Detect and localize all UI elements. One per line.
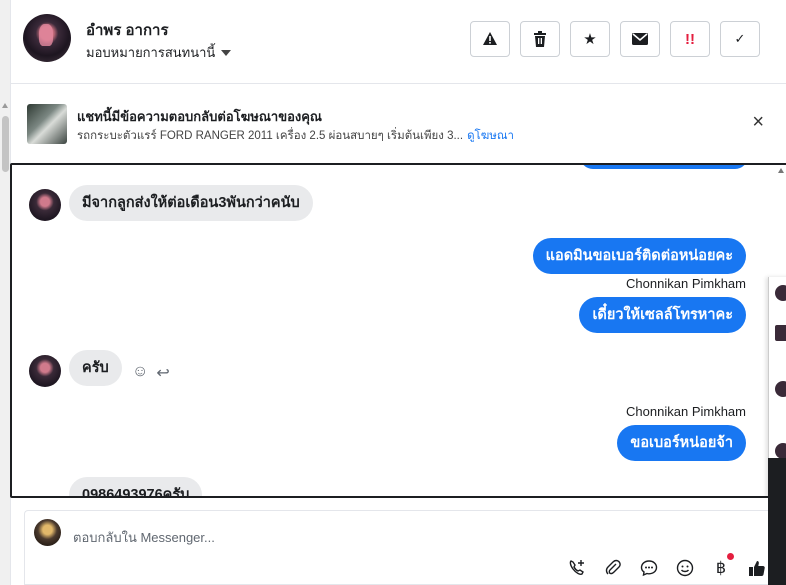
reply-input[interactable]: ตอบกลับใน Messenger... [73,527,215,548]
message-bubble-partial [580,165,748,169]
mail-icon [632,33,648,45]
chat-bubble-icon[interactable] [638,557,660,579]
emoji-icon[interactable] [674,557,696,579]
avatar[interactable] [29,355,61,387]
composer-toolbar: ฿ [566,553,768,579]
assign-label: มอบหมายการสนทนานี้ [86,45,216,60]
phone-plus-icon[interactable] [566,557,588,579]
conversation-header: อำพร อาการ มอบหมายการสนทนานี้ ★ !! ✓ [11,0,786,84]
warning-button[interactable] [470,21,510,57]
thumbs-up-icon[interactable] [746,557,768,579]
avatar [34,519,61,546]
priority-button[interactable]: !! [670,21,710,57]
message-bubble-outgoing[interactable]: เดี๋ยวให้เซลล์โทรหาคะ [579,297,746,333]
scroll-up-arrow-icon[interactable] [2,103,8,108]
star-button[interactable]: ★ [570,21,610,57]
ad-description: รถกระบะตัวแรร์ FORD RANGER 2011 เครื่อง … [77,130,464,142]
sender-name: Chonnikan Pimkham [626,276,746,291]
star-icon: ★ [583,31,597,48]
delete-button[interactable] [520,21,560,57]
contact-name[interactable]: อำพร อาการ [86,18,169,42]
scrollbar-thumb[interactable] [2,116,9,172]
message-bubble-outgoing[interactable]: แอดมินขอเบอร์ติดต่อหน่อยคะ [532,238,746,274]
ad-notice-title: แชทนี้มีข้อความตอบกลับต่อโฆษณาของคุณ [77,109,322,124]
priority-icon: !! [685,30,695,48]
side-panel-strip [768,458,786,585]
avatar[interactable] [29,189,61,221]
assign-conversation-dropdown[interactable]: มอบหมายการสนทนานี้ [86,42,232,63]
ad-notice-subtitle: รถกระบะตัวแรร์ FORD RANGER 2011 เครื่อง … [77,127,514,145]
attach-icon[interactable] [602,557,624,579]
avatar [775,443,786,459]
reply-composer: ตอบกลับใน Messenger... ฿ [24,510,784,585]
avatar [775,285,786,301]
view-ad-link[interactable]: ดูโฆษณา [467,130,514,142]
mail-button[interactable] [620,21,660,57]
caret-down-icon [221,49,232,56]
sender-name: Chonnikan Pimkham [626,404,746,419]
baht-icon[interactable]: ฿ [710,553,734,579]
emoji-react-icon[interactable]: ☺ [132,363,148,383]
avatar[interactable] [23,14,71,62]
message-thread[interactable]: มีจากลูกส่งให้ต่อเดือน3พันกว่าคนับ แอดมิ… [10,163,786,498]
messenger-inbox: อำพร อาการ มอบหมายการสนทนานี้ ★ !! ✓ แชท… [0,0,786,585]
ad-reply-notice: แชทนี้มีข้อความตอบกลับต่อโฆษณาของคุณ รถก… [11,94,786,154]
close-icon[interactable]: × [752,112,764,132]
trash-icon [534,31,546,47]
message-actions: ☺ ↩ [132,363,170,383]
message-bubble-incoming[interactable]: ครับ [69,350,122,386]
warning-icon [483,32,497,45]
done-button[interactable]: ✓ [720,21,760,57]
header-actions: ★ !! ✓ [470,21,760,57]
notification-dot [727,553,734,560]
reply-icon[interactable]: ↩ [156,363,169,383]
check-icon: ✓ [734,31,746,46]
avatar [775,381,786,397]
ad-thumbnail[interactable] [27,104,67,144]
message-bubble-incoming[interactable]: มีจากลูกส่งให้ต่อเดือน3พันกว่าคนับ [69,185,313,221]
scroll-up-arrow-icon[interactable] [778,168,784,173]
ad-thumbnail [775,325,786,341]
message-bubble-incoming[interactable]: 0986493976ครับ [69,477,203,496]
message-bubble-outgoing[interactable]: ขอเบอร์หน่อยจ้า [617,425,746,461]
